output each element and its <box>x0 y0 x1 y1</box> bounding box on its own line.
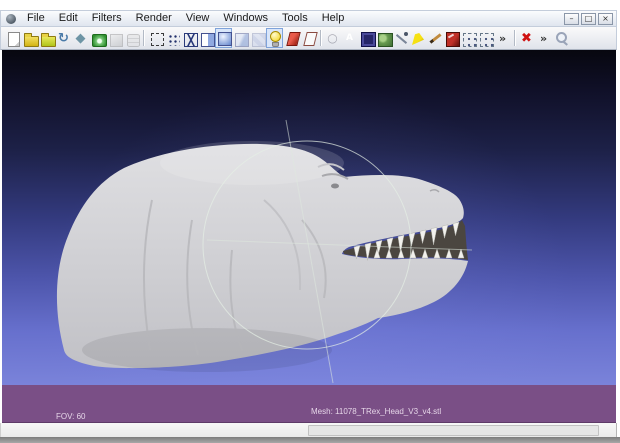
select-faces-icon[interactable] <box>477 28 494 48</box>
hidden-lines-icon[interactable] <box>198 28 215 48</box>
points-render-icon[interactable] <box>164 28 181 48</box>
open-project-icon[interactable] <box>21 28 39 48</box>
decorators-icon[interactable]: A <box>341 28 359 48</box>
menu-edit[interactable]: Edit <box>52 11 85 26</box>
toolbar-separator <box>514 30 515 46</box>
smooth-shading-icon[interactable] <box>215 28 232 48</box>
new-project-icon[interactable] <box>4 28 21 48</box>
menubar-items: File Edit Filters Render View Windows Tools Hel… <box>20 11 351 26</box>
show-layers-icon[interactable] <box>106 28 123 48</box>
taskbar-edge <box>0 437 620 443</box>
zpainting-icon[interactable] <box>443 28 460 48</box>
statusbar <box>0 423 617 437</box>
save-mesh-icon[interactable]: ◆ <box>72 28 89 48</box>
meshlab-app-icon <box>6 13 16 24</box>
trex-head-mesh <box>56 119 473 384</box>
mdi-restore-button[interactable]: □ <box>581 12 596 25</box>
menu-filters[interactable]: Filters <box>85 11 129 26</box>
menu-tools[interactable]: Tools <box>275 11 315 26</box>
light-toggle-icon[interactable] <box>266 28 283 48</box>
background-grid-icon[interactable] <box>375 28 393 48</box>
trex-eye <box>331 183 339 189</box>
viewport-info-strip: FOV: 60 FPS: 28.1 Mesh: 11078_TRex_Head_… <box>2 385 616 443</box>
mdi-minimize-button[interactable]: – <box>564 12 579 25</box>
bbox-render-icon[interactable] <box>147 28 164 48</box>
mdi-controls: – □ × <box>562 12 613 25</box>
snapshot-icon[interactable] <box>89 28 107 48</box>
trackball-toggle-icon[interactable]: ○ <box>324 28 341 48</box>
paintbrush-edit-icon[interactable] <box>426 28 443 48</box>
search-icon[interactable] <box>552 28 569 48</box>
toolbar-separator <box>143 30 144 46</box>
wireframe-render-icon[interactable] <box>181 28 198 48</box>
flat-shading-icon[interactable] <box>232 28 249 48</box>
import-mesh-icon[interactable] <box>38 28 56 48</box>
menu-render[interactable]: Render <box>129 11 179 26</box>
delete-selection-icon[interactable]: ✖ <box>518 28 535 48</box>
shader-icon[interactable] <box>358 28 376 48</box>
fov-readout: FOV: 60 <box>56 412 86 421</box>
toolbar-overflow-icon[interactable]: » <box>494 28 511 48</box>
3d-viewport[interactable] <box>2 50 616 385</box>
menubar: File Edit Filters Render View Windows Tools Hel… <box>0 10 617 27</box>
menu-help[interactable]: Help <box>315 11 352 26</box>
yellow-pen-edit-icon[interactable] <box>409 28 426 48</box>
menu-windows[interactable]: Windows <box>216 11 275 26</box>
menu-view[interactable]: View <box>179 11 217 26</box>
backface-cull-icon[interactable] <box>283 28 300 48</box>
texture-render-icon[interactable] <box>249 28 266 48</box>
edit-overflow-icon[interactable]: » <box>535 28 552 48</box>
reload-mesh-icon[interactable]: ↻ <box>55 28 72 48</box>
meshlab-window: File Edit Filters Render View Windows Tools Hel… <box>0 0 620 443</box>
progress-bar <box>308 425 599 436</box>
menu-file[interactable]: File <box>20 11 52 26</box>
raster-layers-icon[interactable] <box>123 28 140 48</box>
select-vertices-icon[interactable] <box>460 28 477 48</box>
info-probe-icon[interactable] <box>392 28 409 48</box>
mdi-close-button[interactable]: × <box>598 12 613 25</box>
toolbar-separator <box>320 30 321 46</box>
mesh-name-readout: Mesh: 11078_TRex_Head_V3_v4.stl <box>311 407 442 416</box>
toolbar: ↻ ◆ ○ A» ✖» <box>0 27 617 50</box>
doubleside-light-icon[interactable] <box>300 28 317 48</box>
